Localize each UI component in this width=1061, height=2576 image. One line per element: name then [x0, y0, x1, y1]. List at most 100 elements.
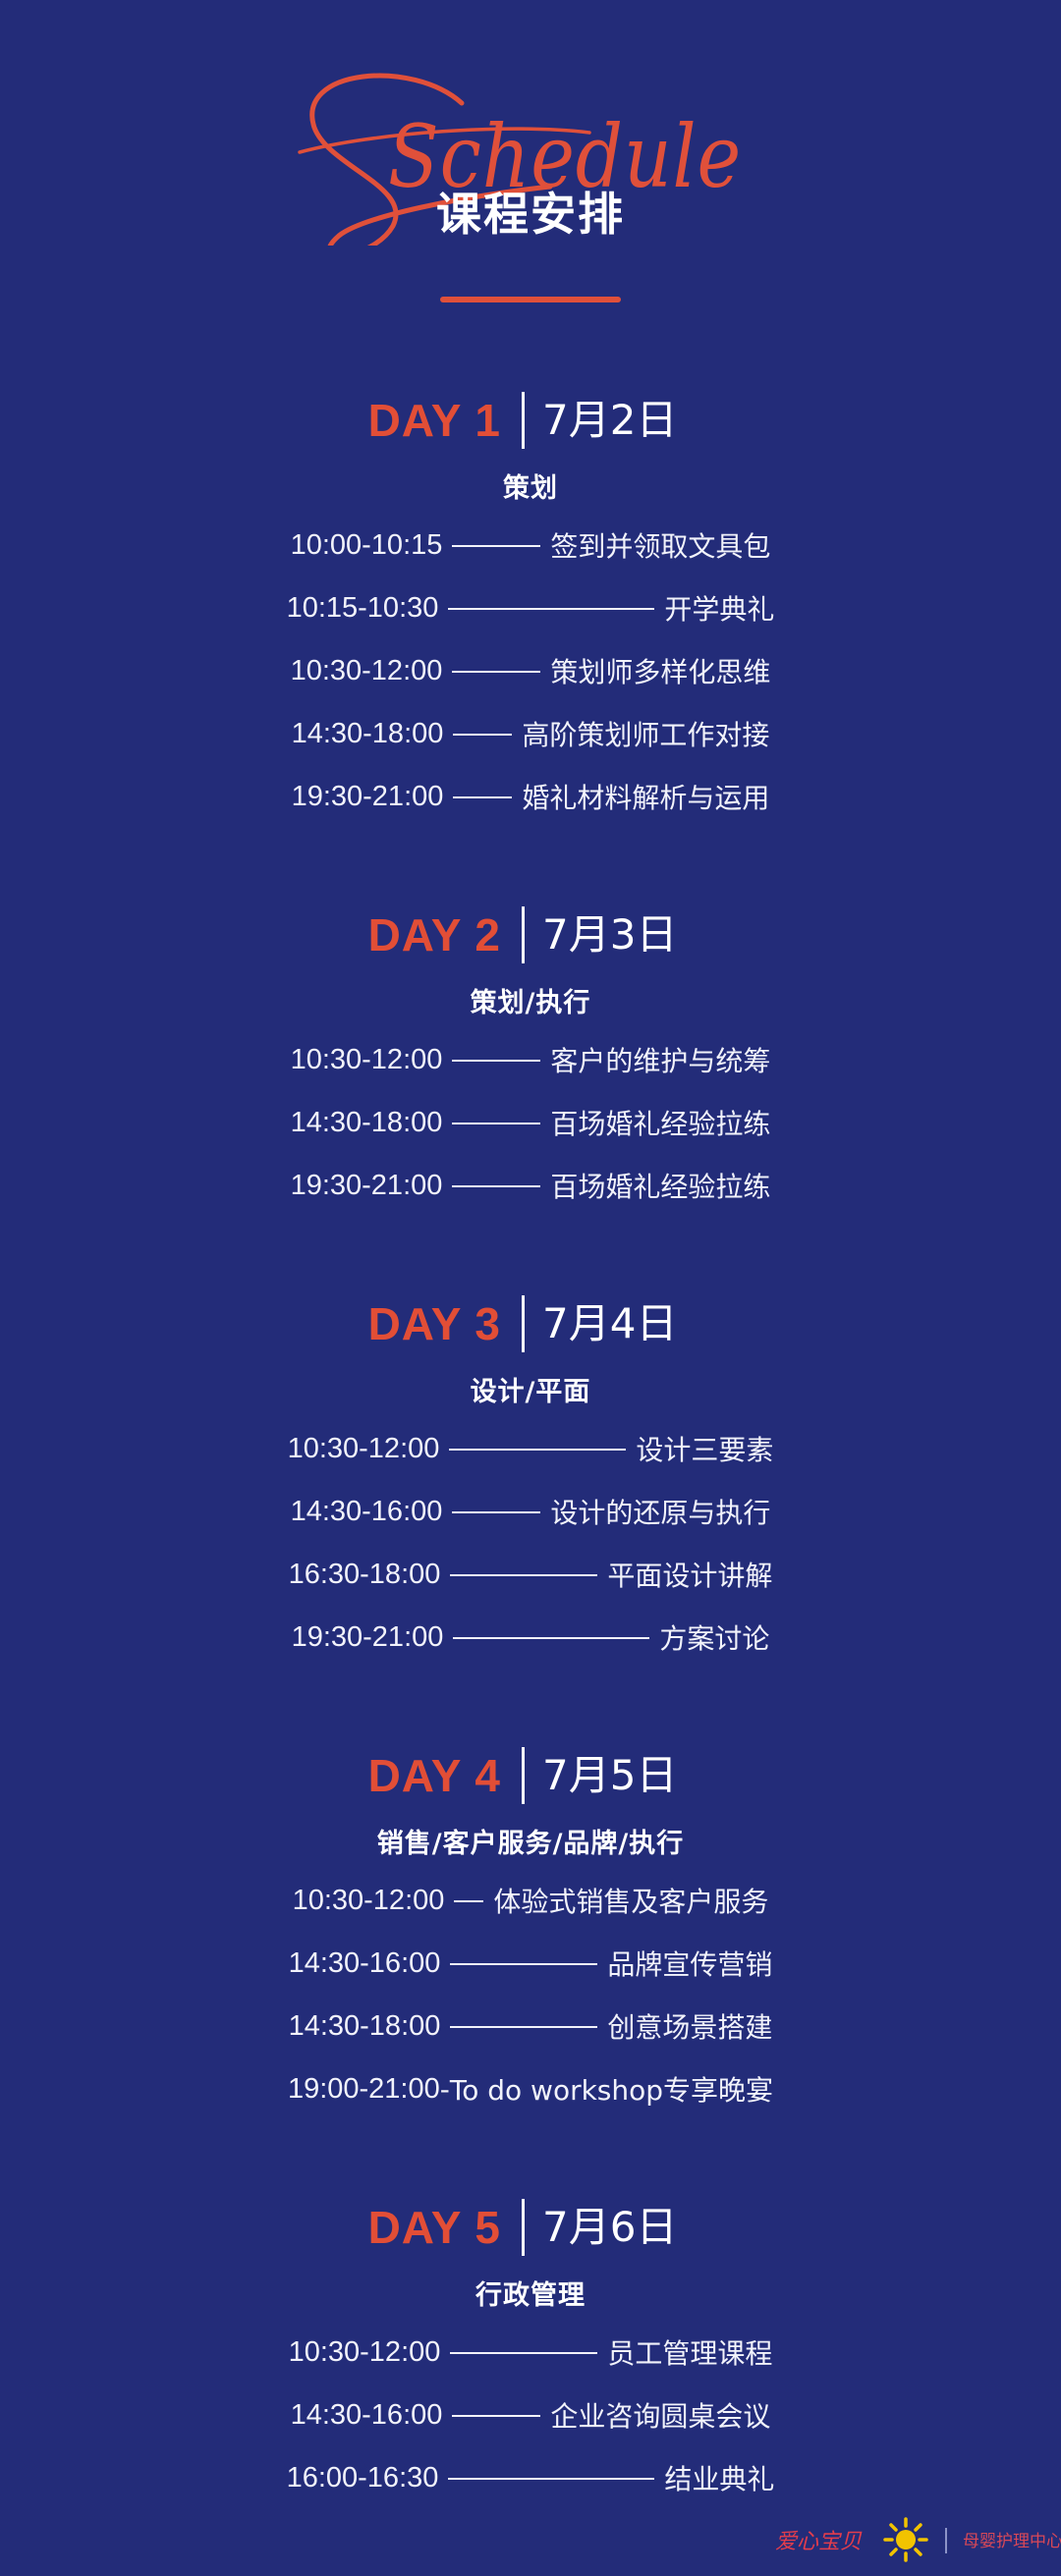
session-title: To do workshop专享晚宴: [449, 2074, 774, 2107]
session-title: 开学典礼: [664, 593, 775, 626]
session-row: 14:30-18:00 百场婚礼经验拉练: [0, 1091, 1061, 1154]
session-row: 14:30-18:00 创意场景搭建: [0, 1995, 1061, 2057]
leader-line: [452, 1123, 541, 1124]
day-topic: 设计/平面: [470, 1377, 591, 1407]
day-header: DAY 3 7月4日: [0, 1289, 1061, 1358]
leader-line: [452, 545, 541, 547]
session-title: 设计三要素: [636, 1434, 774, 1466]
session-list: 10:30-12:00 设计三要素 14:30-16:00 设计的还原与执行 16:30…: [0, 1417, 1061, 1669]
leader-line: -: [439, 2072, 450, 2106]
session-time: 19:30-21:00: [291, 780, 444, 812]
day-divider: [522, 906, 525, 963]
session-title: 员工管理课程: [607, 2337, 773, 2370]
session-title: 平面设计讲解: [607, 1560, 773, 1592]
leader-line: [452, 1511, 541, 1513]
leader-line: [454, 1900, 484, 1902]
brand-subtitle: 母婴护理中心: [963, 2532, 1061, 2551]
day-divider: [522, 392, 525, 449]
session-time: 14:30-16:00: [290, 2398, 443, 2431]
leader-line: [452, 1185, 541, 1187]
session-row: 14:30-16:00 企业咨询圆桌会议: [0, 2384, 1061, 2446]
session-time: 14:30-18:00: [290, 1106, 443, 1138]
title-underline: [440, 297, 621, 302]
session-row: 19:30-21:00 婚礼材料解析与运用: [0, 765, 1061, 828]
day-date: 7月3日: [542, 910, 678, 959]
session-time: 19:30-21:00: [290, 1169, 443, 1201]
session-time: 10:30-12:00: [290, 654, 443, 686]
day-date: 7月2日: [542, 396, 678, 444]
leader-line: [450, 1963, 598, 1965]
session-time: 10:30-12:00: [290, 1043, 443, 1075]
day-divider: [522, 1747, 525, 1804]
session-time: 10:15-10:30: [286, 591, 439, 624]
session-list: 10:30-12:00 员工管理课程 14:30-16:00 企业咨询圆桌会议 16:0…: [0, 2321, 1061, 2509]
session-title: 高阶策划师工作对接: [522, 719, 770, 751]
day-label: DAY 4: [367, 1750, 501, 1801]
session-list: 10:30-12:00 客户的维护与统筹 14:30-18:00 百场婚礼经验拉练 19…: [0, 1028, 1061, 1217]
session-title: 方案讨论: [659, 1622, 770, 1655]
day-header: DAY 2 7月3日: [0, 901, 1061, 969]
session-row: 10:15-10:30 开学典礼: [0, 576, 1061, 639]
day-topic: 策划: [503, 473, 558, 504]
session-list: 10:00-10:15 签到并领取文具包 10:15-10:30 开学典礼 10:30-…: [0, 514, 1061, 828]
day-divider: [522, 2199, 525, 2256]
session-time: 16:30-18:00: [288, 1558, 441, 1590]
session-title: 百场婚礼经验拉练: [550, 1171, 771, 1203]
day-header: DAY 1 7月2日: [0, 386, 1061, 455]
leader-line: [452, 1060, 541, 1062]
session-row: 19:00-21:00- To do workshop专享晚宴: [0, 2057, 1061, 2120]
session-row: 10:30-12:00 设计三要素: [0, 1417, 1061, 1480]
day-label: DAY 1: [367, 395, 501, 446]
session-title: 体验式销售及客户服务: [493, 1886, 769, 1918]
footer-divider: [945, 2528, 947, 2553]
leader-line: [452, 671, 541, 673]
session-row: 16:00-16:30 结业典礼: [0, 2446, 1061, 2509]
session-row: 19:30-21:00 百场婚礼经验拉练: [0, 1154, 1061, 1217]
session-row: 14:30-18:00 高阶策划师工作对接: [0, 702, 1061, 765]
leader-line: [452, 2415, 541, 2417]
day-label: DAY 2: [367, 909, 501, 960]
day-date: 7月5日: [542, 1751, 678, 1799]
leader-line: [448, 2478, 655, 2480]
session-title: 结业典礼: [664, 2463, 775, 2495]
session-time: 14:30-16:00: [288, 1946, 441, 1979]
day-date: 7月6日: [542, 2203, 678, 2251]
leader-line: [453, 1637, 650, 1639]
session-row: 10:00-10:15 签到并领取文具包: [0, 514, 1061, 576]
session-time: 14:30-18:00: [291, 717, 444, 749]
session-time: 14:30-16:00: [290, 1495, 443, 1527]
session-row: 19:30-21:00 方案讨论: [0, 1606, 1061, 1669]
day-header: DAY 5 7月6日: [0, 2193, 1061, 2262]
session-time: 10:30-12:00: [292, 1884, 445, 1916]
session-row: 10:30-12:00 员工管理课程: [0, 2321, 1061, 2384]
session-row: 16:30-18:00 平面设计讲解: [0, 1543, 1061, 1606]
day-label: DAY 5: [367, 2202, 501, 2253]
session-time: 19:00-21:00: [287, 2072, 440, 2105]
session-title: 签到并领取文具包: [550, 530, 771, 563]
session-row: 10:30-12:00 客户的维护与统筹: [0, 1028, 1061, 1091]
schedule-page: Schedule 课程安排 DAY 1 7月2日 策划 10:00-10:15 签到并领…: [0, 0, 1061, 2576]
session-time: 14:30-18:00: [288, 2009, 441, 2042]
session-time: 10:00-10:15: [290, 528, 443, 561]
day-topic: 销售/客户服务/品牌/执行: [376, 1829, 685, 1859]
session-list: 10:30-12:00 体验式销售及客户服务 14:30-16:00 品牌宣传营销 14…: [0, 1869, 1061, 2120]
session-time: 10:30-12:00: [287, 1432, 440, 1464]
leader-line: [448, 608, 655, 610]
sun-logo-icon: [883, 2517, 928, 2562]
leader-line: [453, 796, 513, 798]
footer-logo: 爱心宝贝 母婴护理中心: [0, 2514, 1061, 2563]
session-title: 婚礼材料解析与运用: [522, 782, 770, 814]
page-title: 课程安排: [436, 188, 625, 241]
day-header: DAY 4 7月5日: [0, 1741, 1061, 1810]
leader-line: [449, 1449, 627, 1451]
leader-line: [450, 1574, 598, 1576]
session-time: 10:30-12:00: [288, 2335, 441, 2368]
day-date: 7月4日: [542, 1299, 678, 1347]
day-divider: [522, 1295, 525, 1352]
leader-line: [450, 2026, 598, 2028]
brand-name: 爱心宝贝: [775, 2530, 863, 2554]
session-title: 百场婚礼经验拉练: [550, 1108, 771, 1140]
session-title: 企业咨询圆桌会议: [550, 2400, 771, 2433]
session-title: 客户的维护与统筹: [550, 1045, 771, 1077]
day-topic: 行政管理: [475, 2280, 586, 2311]
